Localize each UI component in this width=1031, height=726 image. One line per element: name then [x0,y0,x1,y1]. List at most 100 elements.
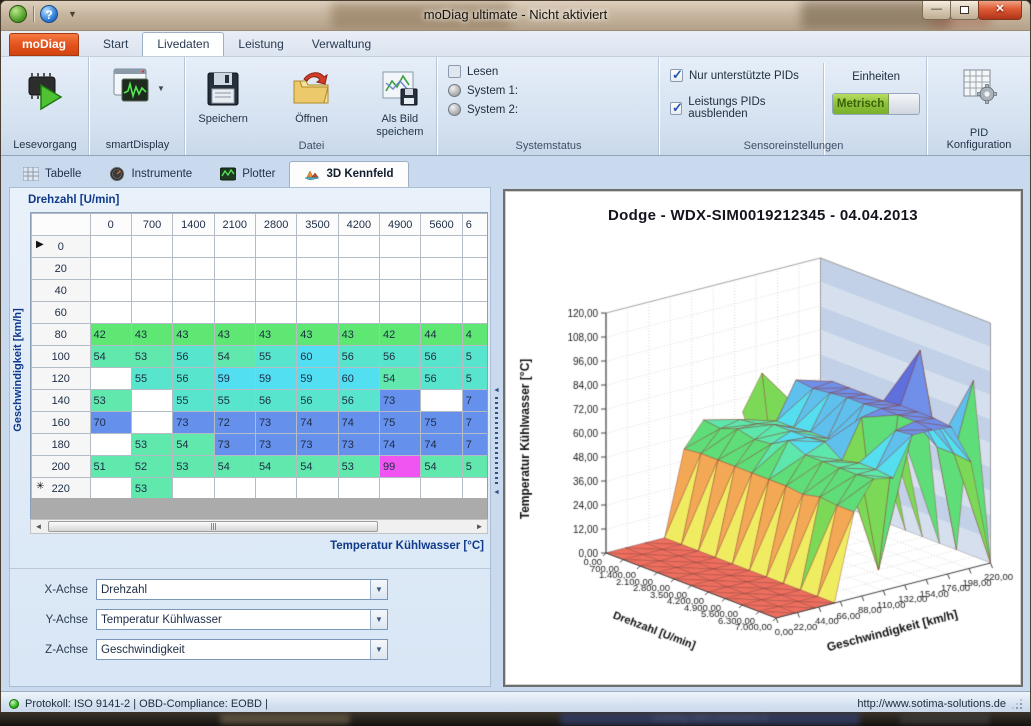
grid-cell[interactable]: 54 [214,456,255,478]
grid-cell[interactable]: 56 [380,346,421,368]
grid-cell[interactable] [90,434,131,456]
nur-unterstuetzte-pids-checkbox[interactable] [670,69,683,82]
grid-col-header[interactable]: 3500 [297,214,338,236]
smartdisplay-button[interactable]: ▼ smartDisplay [90,63,185,155]
grid-cell[interactable] [255,478,296,500]
grid-cell[interactable] [338,258,379,280]
titlebar[interactable]: ? ▼ moDiag ultimate - Nicht aktiviert — … [1,1,1030,31]
y-achse-select[interactable]: Temperatur Kühlwasser ▼ [96,609,388,630]
ribbon-tab-leistung[interactable]: Leistung [224,33,297,56]
grid-cell[interactable]: 43 [173,324,214,346]
grid-col-header[interactable]: 0 [90,214,131,236]
grid-cell[interactable] [173,302,214,324]
z-achse-select[interactable]: Geschwindigkeit ▼ [96,639,388,660]
close-button[interactable]: ✕ [978,1,1022,20]
grid-cell[interactable]: 73 [173,412,214,434]
grid-cell[interactable] [131,258,172,280]
als-bild-speichern-button[interactable]: Als Bild speichem [363,63,437,138]
grid-cell[interactable]: 53 [173,456,214,478]
grid-row-header[interactable]: 80 [32,324,91,346]
grid-cell[interactable] [380,236,421,258]
grid-cell[interactable] [173,478,214,500]
grid-cell-partial[interactable] [462,478,488,500]
grid-cell[interactable]: 55 [131,368,172,390]
grid-cell[interactable] [297,258,338,280]
scroll-right-arrow[interactable]: ► [472,520,487,533]
grid-cell[interactable] [421,390,462,412]
y-achse-dropdown-icon[interactable]: ▼ [370,610,387,629]
grid-cell-partial[interactable]: 5 [462,368,488,390]
grid-cell[interactable] [214,280,255,302]
status-url[interactable]: http://www.sotima-solutions.de [857,698,1006,710]
grid-cell[interactable]: 54 [255,456,296,478]
grid-cell[interactable]: 72 [214,412,255,434]
ribbon-tab-livedaten[interactable]: Livedaten [142,32,224,56]
grid-cell[interactable] [90,368,131,390]
grid-cell[interactable] [131,390,172,412]
grid-cell[interactable]: 55 [255,346,296,368]
horizontal-scrollbar[interactable]: ◄ ► [30,519,488,534]
grid-cell[interactable] [214,258,255,280]
grid-cell[interactable] [214,236,255,258]
grid-cell-partial[interactable]: 4 [462,324,488,346]
grid-cell[interactable] [338,478,379,500]
grid-cell[interactable]: 74 [421,434,462,456]
grid-cell[interactable]: 42 [380,324,421,346]
grid-cell[interactable]: 56 [421,368,462,390]
grid-cell-partial[interactable]: 7 [462,412,488,434]
grid-cell[interactable]: 73 [255,412,296,434]
grid-row-header[interactable]: 140 [32,390,91,412]
grid-cell[interactable] [173,236,214,258]
grid-cell[interactable] [90,258,131,280]
grid-cell[interactable] [90,280,131,302]
grid-cell[interactable]: 54 [380,368,421,390]
grid-cell-partial[interactable] [462,258,488,280]
grid-row-header[interactable]: 180 [32,434,91,456]
tab-plotter[interactable]: Plotter [206,162,289,187]
scroll-left-arrow[interactable]: ◄ [31,520,46,533]
grid-cell[interactable] [255,236,296,258]
grid-cell-partial[interactable] [462,280,488,302]
grid-cell[interactable] [421,236,462,258]
z-achse-dropdown-icon[interactable]: ▼ [370,640,387,659]
tab-tabelle[interactable]: Tabelle [9,162,95,187]
grid-col-header[interactable]: 2100 [214,214,255,236]
grid-cell[interactable] [380,302,421,324]
x-achse-dropdown-icon[interactable]: ▼ [370,580,387,599]
grid-cell-partial[interactable]: 5 [462,456,488,478]
grid-cell[interactable]: 43 [214,324,255,346]
grid-cell[interactable]: 54 [214,346,255,368]
grid-cell[interactable] [380,258,421,280]
grid-cell-partial[interactable]: 7 [462,434,488,456]
grid-cell[interactable] [173,280,214,302]
grid-col-header-partial[interactable]: 6 [462,214,488,236]
grid-col-header[interactable]: 1400 [173,214,214,236]
grid-cell[interactable]: 53 [131,434,172,456]
grid-cell[interactable] [297,236,338,258]
lesen-checkbox[interactable] [448,65,461,78]
grid-cell[interactable]: 56 [338,390,379,412]
grid-cell[interactable]: 43 [131,324,172,346]
grid-cell[interactable] [255,302,296,324]
grid-cell[interactable] [255,258,296,280]
leistungs-pids-checkbox[interactable] [670,102,682,115]
ribbon-apptab-modiag[interactable]: moDiag [9,33,79,56]
tab-instrumente[interactable]: Instrumente [95,162,206,187]
speichern-button[interactable]: Speichern [186,63,260,138]
grid-cell[interactable]: 56 [255,390,296,412]
splitter-handle[interactable]: ◄ ◄ [493,387,500,497]
grid-cell[interactable]: 59 [297,368,338,390]
x-achse-select[interactable]: Drehzahl ▼ [96,579,388,600]
grid-cell[interactable]: 73 [255,434,296,456]
grid-cell[interactable] [421,258,462,280]
smartdisplay-dropdown-icon[interactable]: ▼ [157,84,165,93]
grid-cell[interactable] [90,478,131,500]
grid-cell[interactable] [255,280,296,302]
grid-cell[interactable] [297,302,338,324]
minimize-button[interactable]: — [922,1,951,20]
grid-cell[interactable] [214,478,255,500]
grid-col-header[interactable]: 700 [131,214,172,236]
grid-row-header[interactable]: 60 [32,302,91,324]
grid-col-header[interactable]: 2800 [255,214,296,236]
grid-row-header[interactable]: 40 [32,280,91,302]
